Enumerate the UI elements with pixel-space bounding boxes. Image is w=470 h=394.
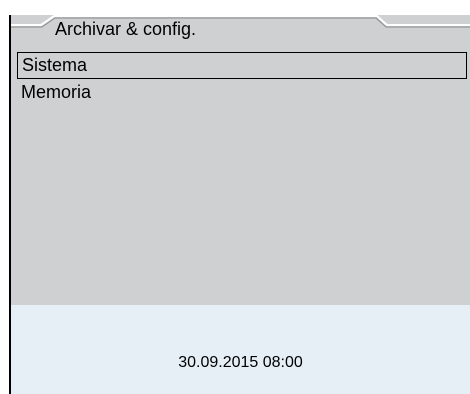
menu-item-sistema[interactable]: Sistema — [17, 52, 467, 79]
menu-item-label: Memoria — [21, 82, 92, 102]
menu-item-memoria[interactable]: Memoria — [17, 80, 467, 107]
page-title: Archivar & config. — [55, 19, 197, 39]
date-time-display: 30.09.2015 08:00 — [178, 354, 303, 371]
meter-display: Archivar & config. Sistema Memoria 30.09… — [0, 0, 470, 394]
lcd-panel: Archivar & config. Sistema Memoria 30.09… — [9, 15, 470, 394]
status-bar: 30.09.2015 08:00 — [11, 305, 470, 394]
menu-item-label: Sistema — [22, 55, 88, 75]
menu-area: Archivar & config. Sistema Memoria — [11, 15, 470, 306]
